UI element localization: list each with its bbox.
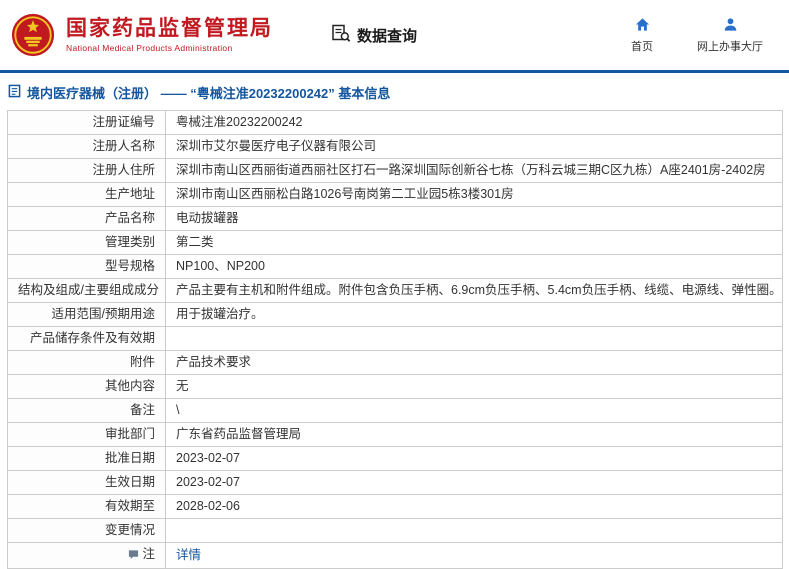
row-value: 产品技术要求 (176, 355, 252, 369)
breadcrumb-text: 境内医疗器械（注册） —— “粤械注准20232200242” 基本信息 (27, 86, 391, 101)
nav-home-label: 首页 (631, 40, 653, 53)
table-row: 注册人名称 深圳市艾尔曼医疗电子仪器有限公司 (7, 134, 783, 159)
table-row: 生产地址 深圳市南山区西丽松白路1026号南岗第二工业园5栋3楼301房 (7, 182, 783, 207)
table-row: 产品储存条件及有效期 (7, 326, 783, 351)
row-label: 注册人住所 (92, 163, 155, 177)
row-value: 第二类 (176, 235, 214, 249)
row-label: 结构及组成/主要组成成分 (18, 283, 159, 297)
row-label: 变更情况 (104, 523, 155, 537)
row-label: 注册证编号 (92, 115, 155, 129)
nav-online-hall-label: 网上办事大厅 (697, 40, 763, 53)
info-table: 注册证编号 粤械注准20232200242 注册人名称 深圳市艾尔曼医疗电子仪器… (7, 110, 783, 569)
table-row: 管理类别 第二类 (7, 230, 783, 255)
row-value: 2028-02-06 (176, 499, 240, 513)
table-row: 变更情况 (7, 518, 783, 543)
clipboard-search-icon (331, 23, 351, 47)
national-emblem-icon (10, 12, 56, 58)
site-header: 国家药品监督管理局 National Medical Products Admi… (0, 0, 789, 70)
nav-home[interactable]: 首页 (631, 17, 653, 54)
breadcrumb: 境内医疗器械（注册） —— “粤械注准20232200242” 基本信息 (0, 73, 789, 110)
row-label: 审批部门 (104, 427, 155, 441)
row-label: 生产地址 (104, 187, 155, 201)
table-row: 适用范围/预期用途 用于拔罐治疗。 (7, 302, 783, 327)
nav-online-hall[interactable]: 网上办事大厅 (697, 17, 763, 54)
table-row: 其他内容 无 (7, 374, 783, 399)
data-query-nav[interactable]: 数据查询 (331, 23, 417, 47)
row-label: 型号规格 (104, 259, 155, 273)
row-label: 注册人名称 (92, 139, 155, 153)
table-row: 产品名称 电动拔罐器 (7, 206, 783, 231)
table-row: 型号规格 NP100、NP200 (7, 254, 783, 279)
row-label: 产品储存条件及有效期 (29, 331, 155, 345)
row-value: 电动拔罐器 (176, 211, 239, 225)
table-row: 备注 \ (7, 398, 783, 423)
row-value: 深圳市艾尔曼医疗电子仪器有限公司 (176, 139, 377, 153)
row-value: 2023-02-07 (176, 451, 240, 465)
row-value: 产品主要有主机和附件组成。附件包含负压手柄、6.9cm负压手柄、5.4cm负压手… (176, 283, 782, 297)
row-value: 深圳市南山区西丽街道西丽社区打石一路深圳国际创新谷七栋（万科云城三期C区九栋）A… (176, 163, 766, 177)
row-label: 适用范围/预期用途 (51, 307, 155, 321)
row-value: 广东省药品监督管理局 (176, 427, 302, 441)
row-label: 生效日期 (104, 475, 155, 489)
detail-link[interactable]: 详情 (176, 548, 201, 562)
table-row: 审批部门 广东省药品监督管理局 (7, 422, 783, 447)
agency-name: 国家药品监督管理局 (66, 16, 273, 40)
row-label: 其他内容 (104, 379, 155, 393)
agency-title-block: 国家药品监督管理局 National Medical Products Admi… (66, 17, 273, 53)
row-value: 无 (176, 379, 189, 393)
table-row: 生效日期 2023-02-07 (7, 470, 783, 495)
user-icon (723, 17, 738, 35)
row-value: \ (176, 403, 180, 417)
row-label: 批准日期 (104, 451, 155, 465)
row-label: 有效期至 (104, 499, 155, 513)
info-table-body: 注册证编号 粤械注准20232200242 注册人名称 深圳市艾尔曼医疗电子仪器… (7, 110, 783, 569)
row-label: 管理类别 (104, 235, 155, 249)
row-value: NP100、NP200 (176, 259, 265, 273)
table-row: 有效期至 2028-02-06 (7, 494, 783, 519)
table-row: 注 详情 (7, 542, 783, 569)
header-nav: 首页 网上办事大厅 (631, 17, 771, 54)
row-label: 产品名称 (104, 211, 155, 225)
data-query-label: 数据查询 (357, 27, 418, 45)
table-row: 批准日期 2023-02-07 (7, 446, 783, 471)
document-icon (8, 84, 21, 101)
row-label: 备注 (129, 403, 155, 417)
table-row: 注册人住所 深圳市南山区西丽街道西丽社区打石一路深圳国际创新谷七栋（万科云城三期… (7, 158, 783, 183)
row-label: 注 (142, 547, 155, 561)
table-row: 注册证编号 粤械注准20232200242 (7, 110, 783, 135)
agency-name-en: National Medical Products Administration (66, 43, 233, 54)
row-value: 粤械注准20232200242 (176, 115, 303, 129)
table-row: 附件 产品技术要求 (7, 350, 783, 375)
row-label: 附件 (129, 355, 155, 369)
home-icon (635, 17, 650, 35)
table-row: 结构及组成/主要组成成分 产品主要有主机和附件组成。附件包含负压手柄、6.9cm… (7, 278, 783, 303)
row-value: 用于拔罐治疗。 (176, 307, 264, 321)
row-value: 深圳市南山区西丽松白路1026号南岗第二工业园5栋3楼301房 (176, 187, 514, 201)
row-value: 详情 (176, 548, 201, 562)
row-value: 2023-02-07 (176, 475, 240, 489)
